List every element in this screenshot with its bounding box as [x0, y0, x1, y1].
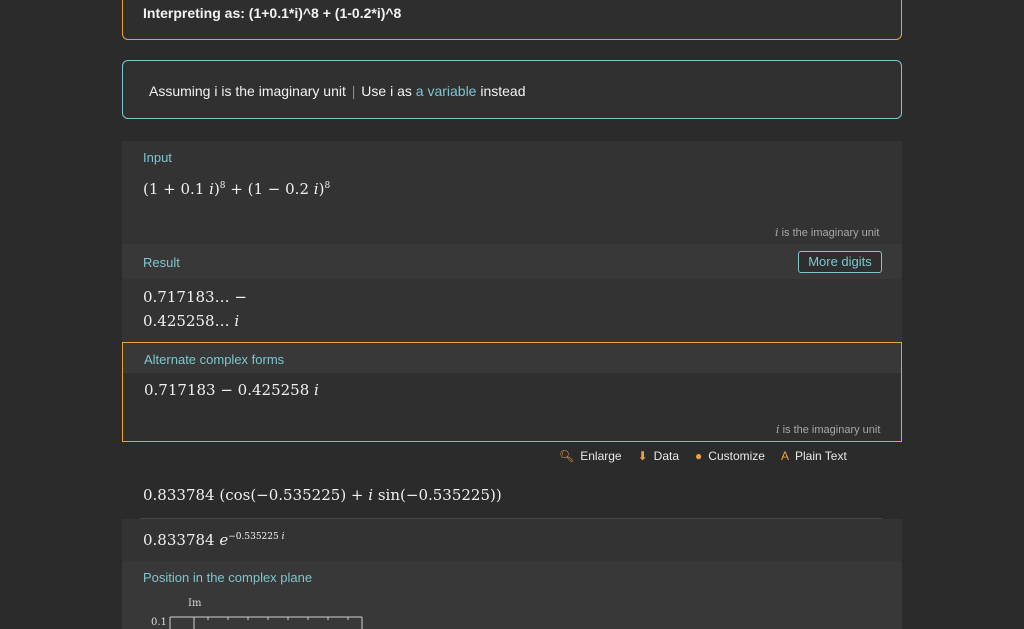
data-button[interactable]: ⬇ Data: [630, 443, 687, 469]
result-pod-header: Result More digits: [122, 244, 902, 279]
pod-toolbar: 🔍︎ Enlarge ⬇ Data ● Customize A Plain Text: [551, 443, 855, 469]
polar-form: 0.833784 (cos(−0.535225) + i sin(−0.5352…: [143, 486, 502, 504]
download-icon: ⬇: [637, 449, 648, 463]
complex-plane-plot: [169, 616, 363, 629]
exponential-form: 0.833784 e−0.535225 i: [143, 531, 285, 549]
interpretation-banner: Interpreting as: (1+0.1*i)^8 + (1-0.2*i)…: [122, 0, 902, 40]
plain-text-button[interactable]: A Plain Text: [773, 443, 855, 469]
complex-plane-title: Position in the complex plane: [143, 570, 313, 585]
rectangular-form: 0.717183 − 0.425258 i: [144, 381, 319, 399]
text-icon: A: [780, 449, 789, 463]
y-tick-label: 0.1: [151, 617, 167, 628]
imaginary-axis-label: Im: [188, 598, 202, 609]
alternate-forms-title: Alternate complex forms: [144, 352, 285, 367]
more-digits-button[interactable]: More digits: [798, 251, 882, 273]
result-pod-title: Result: [143, 255, 180, 270]
enlarge-button[interactable]: 🔍︎ Enlarge: [551, 443, 630, 469]
interpretation-text: Interpreting as: (1+0.1*i)^8 + (1-0.2*i)…: [143, 5, 402, 21]
customize-button[interactable]: ● Customize: [687, 443, 773, 469]
zoom-icon: 🔍︎: [559, 449, 575, 463]
input-pod-title: Input: [143, 150, 172, 165]
result-line-1: 0.717183… −: [143, 288, 247, 306]
assumption-banner: Assuming i is the imaginary unit | Use i…: [122, 60, 902, 119]
assumption-text: Assuming i is the imaginary unit | Use i…: [149, 83, 526, 99]
use-as-variable-link[interactable]: a variable: [416, 83, 477, 99]
input-pod: Input (1 + 0.1 i)8 + (1 − 0.2 i)8 i is t…: [122, 141, 902, 244]
input-expression: (1 + 0.1 i)8 + (1 − 0.2 i)8: [143, 180, 331, 198]
alternate-forms-pod: Alternate complex forms 0.717183 − 0.425…: [122, 342, 902, 442]
complex-plane-pod: Position in the complex plane Im 0.1: [122, 561, 902, 629]
exponential-form-row: 0.833784 e−0.535225 i: [122, 519, 902, 561]
result-line-2: 0.425258… i: [143, 312, 240, 330]
palette-icon: ●: [695, 449, 703, 463]
result-pod: 0.717183… − 0.425258… i: [122, 279, 902, 342]
imaginary-unit-note: i is the imaginary unit: [776, 423, 881, 436]
imaginary-unit-note: i is the imaginary unit: [775, 226, 880, 239]
